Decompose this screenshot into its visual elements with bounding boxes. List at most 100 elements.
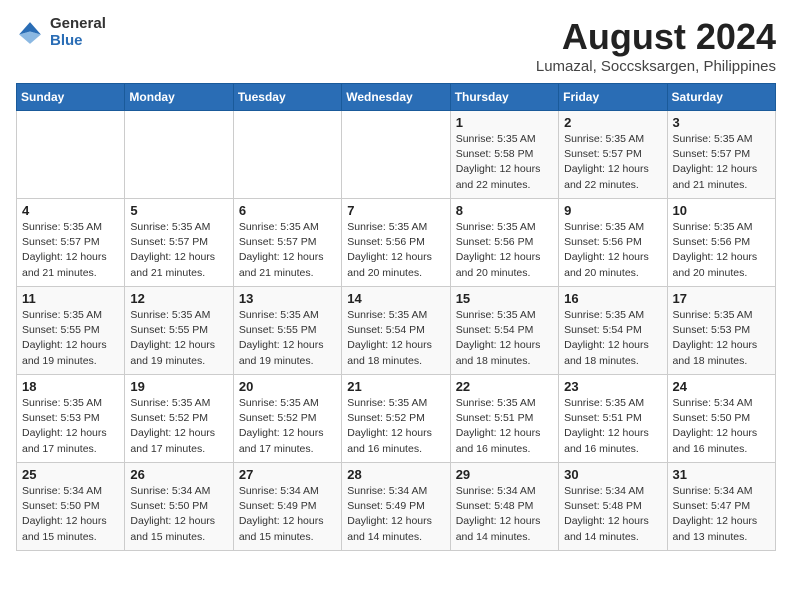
day-info: Sunrise: 5:34 AM Sunset: 5:50 PM Dayligh… <box>130 484 227 545</box>
day-info: Sunrise: 5:34 AM Sunset: 5:49 PM Dayligh… <box>239 484 336 545</box>
day-number: 15 <box>456 291 553 306</box>
table-row: 14 Sunrise: 5:35 AM Sunset: 5:54 PM Dayli… <box>342 287 450 375</box>
day-info: Sunrise: 5:34 AM Sunset: 5:49 PM Dayligh… <box>347 484 444 545</box>
table-row: 9 Sunrise: 5:35 AM Sunset: 5:56 PM Daylig… <box>559 199 667 287</box>
calendar-week-4: 18 Sunrise: 5:35 AM Sunset: 5:53 PM Dayli… <box>17 375 776 463</box>
day-number: 13 <box>239 291 336 306</box>
table-row <box>125 111 233 199</box>
day-info: Sunrise: 5:35 AM Sunset: 5:57 PM Dayligh… <box>673 132 770 193</box>
day-info: Sunrise: 5:35 AM Sunset: 5:52 PM Dayligh… <box>347 396 444 457</box>
page-header: General Blue August 2024 Lumazal, Soccsk… <box>16 16 776 75</box>
table-row: 24Sunrise: 5:34 AM Sunset: 5:50 PM Dayli… <box>667 375 775 463</box>
table-row: 8 Sunrise: 5:35 AM Sunset: 5:56 PM Daylig… <box>450 199 558 287</box>
header-saturday: Saturday <box>667 84 775 111</box>
day-number: 7 <box>347 203 444 218</box>
day-info: Sunrise: 5:35 AM Sunset: 5:55 PM Dayligh… <box>239 308 336 369</box>
day-info: Sunrise: 5:35 AM Sunset: 5:55 PM Dayligh… <box>22 308 119 369</box>
day-number: 26 <box>130 467 227 482</box>
day-info: Sunrise: 5:35 AM Sunset: 5:56 PM Dayligh… <box>673 220 770 281</box>
day-info: Sunrise: 5:35 AM Sunset: 5:54 PM Dayligh… <box>456 308 553 369</box>
day-info: Sunrise: 5:35 AM Sunset: 5:56 PM Dayligh… <box>347 220 444 281</box>
day-number: 5 <box>130 203 227 218</box>
day-info: Sunrise: 5:34 AM Sunset: 5:48 PM Dayligh… <box>564 484 661 545</box>
day-info: Sunrise: 5:35 AM Sunset: 5:57 PM Dayligh… <box>130 220 227 281</box>
day-number: 20 <box>239 379 336 394</box>
day-number: 12 <box>130 291 227 306</box>
day-number: 28 <box>347 467 444 482</box>
table-row <box>342 111 450 199</box>
table-row: 13 Sunrise: 5:35 AM Sunset: 5:55 PM Dayli… <box>233 287 341 375</box>
day-number: 2 <box>564 115 661 130</box>
table-row: 16 Sunrise: 5:35 AM Sunset: 5:54 PM Dayli… <box>559 287 667 375</box>
table-row: 31 Sunrise: 5:34 AM Sunset: 5:47 PM Dayli… <box>667 463 775 551</box>
title-area: August 2024 Lumazal, Soccsksargen, Phili… <box>536 16 776 75</box>
header-wednesday: Wednesday <box>342 84 450 111</box>
day-info: Sunrise: 5:35 AM Sunset: 5:55 PM Dayligh… <box>130 308 227 369</box>
day-number: 23 <box>564 379 661 394</box>
day-info: Sunrise: 5:35 AM Sunset: 5:57 PM Dayligh… <box>22 220 119 281</box>
day-info: Sunrise: 5:35 AM Sunset: 5:56 PM Dayligh… <box>564 220 661 281</box>
table-row: 27 Sunrise: 5:34 AM Sunset: 5:49 PM Dayli… <box>233 463 341 551</box>
day-number: 29 <box>456 467 553 482</box>
day-number: 21 <box>347 379 444 394</box>
day-number: 27 <box>239 467 336 482</box>
logo: General Blue <box>16 16 106 49</box>
day-number: 3 <box>673 115 770 130</box>
day-number: 16 <box>564 291 661 306</box>
day-number: 8 <box>456 203 553 218</box>
day-info: Sunrise: 5:35 AM Sunset: 5:54 PM Dayligh… <box>564 308 661 369</box>
table-row: 25Sunrise: 5:34 AM Sunset: 5:50 PM Dayli… <box>17 463 125 551</box>
day-number: 17 <box>673 291 770 306</box>
day-number: 14 <box>347 291 444 306</box>
day-number: 19 <box>130 379 227 394</box>
calendar-table: Sunday Monday Tuesday Wednesday Thursday… <box>16 83 776 551</box>
table-row: 28 Sunrise: 5:34 AM Sunset: 5:49 PM Dayli… <box>342 463 450 551</box>
header-friday: Friday <box>559 84 667 111</box>
day-info: Sunrise: 5:35 AM Sunset: 5:56 PM Dayligh… <box>456 220 553 281</box>
table-row: 11 Sunrise: 5:35 AM Sunset: 5:55 PM Dayli… <box>17 287 125 375</box>
header-tuesday: Tuesday <box>233 84 341 111</box>
day-info: Sunrise: 5:35 AM Sunset: 5:57 PM Dayligh… <box>564 132 661 193</box>
day-info: Sunrise: 5:35 AM Sunset: 5:53 PM Dayligh… <box>22 396 119 457</box>
table-row <box>17 111 125 199</box>
table-row: 10 Sunrise: 5:35 AM Sunset: 5:56 PM Dayli… <box>667 199 775 287</box>
table-row: 26 Sunrise: 5:34 AM Sunset: 5:50 PM Dayli… <box>125 463 233 551</box>
table-row: 6Sunrise: 5:35 AM Sunset: 5:57 PM Daylig… <box>233 199 341 287</box>
day-info: Sunrise: 5:35 AM Sunset: 5:54 PM Dayligh… <box>347 308 444 369</box>
table-row: 19 Sunrise: 5:35 AM Sunset: 5:52 PM Dayli… <box>125 375 233 463</box>
day-info: Sunrise: 5:35 AM Sunset: 5:51 PM Dayligh… <box>456 396 553 457</box>
header-thursday: Thursday <box>450 84 558 111</box>
table-row: 1 Sunrise: 5:35 AM Sunset: 5:58 PM Daylig… <box>450 111 558 199</box>
table-row: 7 Sunrise: 5:35 AM Sunset: 5:56 PM Daylig… <box>342 199 450 287</box>
day-number: 25 <box>22 467 119 482</box>
table-row: 21 Sunrise: 5:35 AM Sunset: 5:52 PM Dayli… <box>342 375 450 463</box>
logo-blue: Blue <box>50 33 106 50</box>
table-row: 4 Sunrise: 5:35 AM Sunset: 5:57 PM Daylig… <box>17 199 125 287</box>
day-number: 30 <box>564 467 661 482</box>
day-number: 31 <box>673 467 770 482</box>
table-row: 23Sunrise: 5:35 AM Sunset: 5:51 PM Dayli… <box>559 375 667 463</box>
table-row: 29 Sunrise: 5:34 AM Sunset: 5:48 PM Dayli… <box>450 463 558 551</box>
day-number: 18 <box>22 379 119 394</box>
day-number: 9 <box>564 203 661 218</box>
day-info: Sunrise: 5:34 AM Sunset: 5:48 PM Dayligh… <box>456 484 553 545</box>
header-row: Sunday Monday Tuesday Wednesday Thursday… <box>17 84 776 111</box>
table-row: 17 Sunrise: 5:35 AM Sunset: 5:53 PM Dayli… <box>667 287 775 375</box>
day-number: 4 <box>22 203 119 218</box>
table-row: 15 Sunrise: 5:35 AM Sunset: 5:54 PM Dayli… <box>450 287 558 375</box>
table-row: 30 Sunrise: 5:34 AM Sunset: 5:48 PM Dayli… <box>559 463 667 551</box>
logo-icon <box>16 19 44 47</box>
day-info: Sunrise: 5:35 AM Sunset: 5:58 PM Dayligh… <box>456 132 553 193</box>
table-row <box>233 111 341 199</box>
title-month: August 2024 <box>536 16 776 58</box>
calendar-week-5: 25 Sunrise: 5:34 AM Sunset: 5:50 PM Dayli… <box>17 463 776 551</box>
day-info: Sunrise: 5:35 AM Sunset: 5:53 PM Dayligh… <box>673 308 770 369</box>
day-info: Sunrise: 5:34 AM Sunset: 5:47 PM Dayligh… <box>673 484 770 545</box>
table-row: 20Sunrise: 5:35 AM Sunset: 5:52 PM Dayli… <box>233 375 341 463</box>
calendar-week-2: 4 Sunrise: 5:35 AM Sunset: 5:57 PM Daylig… <box>17 199 776 287</box>
table-row: 2 Sunrise: 5:35 AM Sunset: 5:57 PM Daylig… <box>559 111 667 199</box>
day-number: 1 <box>456 115 553 130</box>
day-number: 11 <box>22 291 119 306</box>
day-number: 10 <box>673 203 770 218</box>
day-info: Sunrise: 5:35 AM Sunset: 5:52 PM Dayligh… <box>130 396 227 457</box>
